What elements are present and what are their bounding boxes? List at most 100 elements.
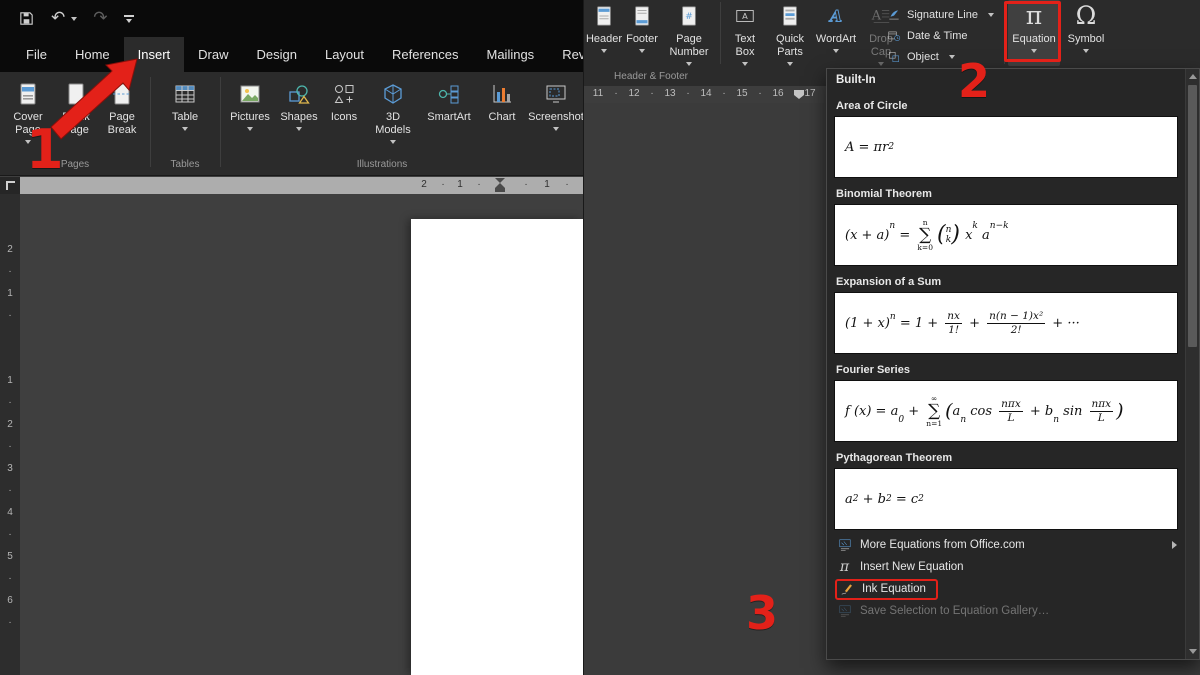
header-button[interactable]: Header	[586, 0, 622, 66]
tab-references[interactable]: References	[378, 37, 472, 72]
button-label: Pictures	[230, 111, 270, 124]
blank-page-button[interactable]: Blank Page	[54, 74, 98, 170]
3d-models-button[interactable]: 3D Models	[367, 74, 419, 170]
button-label: Page Number	[662, 33, 716, 59]
equation-gallery-item-pythagorean-theorem[interactable]: Pythagorean Theorema2 + b2 = c2	[834, 452, 1178, 530]
right-indent-marker[interactable]	[794, 90, 804, 99]
object-button[interactable]: Object	[886, 47, 955, 67]
equation-preview-box[interactable]: (1 + x)n = 1 + nx1! + n(n − 1)x²2! + ···	[834, 292, 1178, 354]
shapes-button[interactable]: Shapes	[277, 74, 321, 170]
left-indent-marker[interactable]	[495, 188, 505, 192]
3d-models-icon	[381, 81, 405, 107]
tab-insert[interactable]: Insert	[124, 37, 185, 72]
signature-line-button[interactable]: Signature Line	[886, 5, 994, 25]
chart-button[interactable]: Chart	[479, 74, 525, 170]
equation-preview-box[interactable]: A = πr2	[834, 116, 1178, 178]
equation-preview-box[interactable]: (x + a)n = n∑k=0(nk) xk an−k	[834, 204, 1178, 266]
wordart-icon: A	[825, 3, 847, 29]
chart-icon	[490, 81, 514, 107]
save-button[interactable]	[18, 6, 35, 32]
text-box-button[interactable]: A Text Box	[724, 0, 766, 66]
equation-gallery-dropdown: Built-In Area of CircleA = πr2Binomial T…	[826, 68, 1200, 660]
menu-item-ink-equation[interactable]: Ink Equation	[827, 578, 1185, 600]
quick-parts-button[interactable]: Quick Parts	[768, 0, 812, 66]
ribbon-tab-bar: FileHomeInsertDrawDesignLayoutReferences…	[0, 37, 583, 72]
ruler-mark: ·	[0, 485, 20, 497]
ruler-mark: ·	[0, 266, 20, 278]
quick-parts-icon	[779, 3, 801, 29]
equation-gallery-item-expansion-of-a-sum[interactable]: Expansion of a Sum (1 + x)n = 1 + nx1! + …	[834, 276, 1178, 354]
ruler-mark: 3	[0, 463, 20, 475]
redo-icon: ↷	[93, 10, 107, 27]
wordart-button[interactable]: A WordArt	[814, 0, 858, 66]
tab-selector-corner[interactable]	[0, 177, 20, 194]
table-button[interactable]: Table	[156, 74, 214, 170]
menu-item-insert-new-equation[interactable]: πInsert New Equation	[827, 556, 1185, 578]
tab-review[interactable]: Review	[548, 37, 583, 72]
dropdown-scrollbar[interactable]	[1185, 69, 1199, 659]
undo-button[interactable]: ↶	[51, 10, 77, 27]
chevron-down-icon	[949, 55, 955, 59]
ruler-mark: ·	[722, 88, 725, 100]
pages-group-label: Pages	[2, 159, 148, 170]
equation-title: Expansion of a Sum	[834, 276, 1178, 288]
tab-file[interactable]: File	[12, 37, 61, 72]
footer-button[interactable]: Footer	[624, 0, 660, 66]
document-page[interactable]	[411, 219, 583, 675]
button-label: Screenshot	[528, 111, 583, 124]
scroll-down-icon[interactable]	[1189, 649, 1197, 654]
tab-layout[interactable]: Layout	[311, 37, 378, 72]
redo-button[interactable]: ↷	[93, 10, 107, 27]
ruler-mark: ·	[0, 529, 20, 541]
ruler-mark: ·	[0, 441, 20, 453]
svg-text:#: #	[685, 11, 693, 22]
tab-design[interactable]: Design	[243, 37, 311, 72]
chevron-down-icon	[553, 127, 559, 131]
pictures-button[interactable]: Pictures	[226, 74, 274, 170]
button-label: Text Box	[724, 33, 766, 59]
indent-markers[interactable]	[495, 178, 505, 192]
smartart-button[interactable]: SmartArt	[421, 74, 477, 170]
screenshot-button[interactable]: Screenshot	[527, 74, 583, 170]
equation-preview-box[interactable]: f (x) = a0 + ∞∑n=1(an cos nπxL + bn sin …	[834, 380, 1178, 442]
chevron-down-icon	[296, 127, 302, 131]
tab-mailings[interactable]: Mailings	[473, 37, 549, 72]
tab-stop-icon	[6, 181, 15, 190]
button-label: SmartArt	[427, 111, 470, 124]
ruler-mark: ·	[758, 88, 761, 100]
tab-home[interactable]: Home	[61, 37, 124, 72]
tab-draw[interactable]: Draw	[184, 37, 242, 72]
equation-gallery-item-binomial-theorem[interactable]: Binomial Theorem (x + a)n = n∑k=0(nk) xk …	[834, 188, 1178, 266]
icons-button[interactable]: Icons	[323, 74, 365, 170]
equation-gallery-item-fourier-series[interactable]: Fourier Seriesf (x) = a0 + ∞∑n=1(an cos …	[834, 364, 1178, 442]
button-label: Blank Page	[54, 111, 98, 137]
date-time-button[interactable]: Date & Time	[886, 26, 968, 46]
scroll-up-icon[interactable]	[1189, 74, 1197, 79]
page-number-button[interactable]: # Page Number	[662, 0, 716, 66]
menu-item-label: Ink Equation	[862, 583, 926, 595]
scrollbar-thumb[interactable]	[1188, 85, 1197, 347]
equation-preview-box[interactable]: a2 + b2 = c2	[834, 468, 1178, 530]
vertical-ruler: 2·1·1·2·3·4·5·6·	[0, 194, 20, 675]
equation-gallery-item-area-of-circle[interactable]: Area of CircleA = πr2	[834, 100, 1178, 178]
equation-title: Binomial Theorem	[834, 188, 1178, 200]
equation-gallery-icon	[837, 538, 852, 553]
signature-line-icon	[886, 8, 901, 23]
menu-item-more-equations-from-office-com[interactable]: More Equations from Office.com	[827, 534, 1185, 556]
cover-page-button[interactable]: Cover Page	[4, 74, 52, 170]
page-break-icon	[110, 81, 134, 107]
button-label: 3D Models	[367, 111, 419, 137]
page-break-button[interactable]: Page Break	[99, 74, 145, 170]
smartart-icon	[437, 81, 461, 107]
chevron-down-icon	[71, 17, 77, 21]
menu-item-save-selection-to-equation-gallery: Save Selection to Equation Gallery…	[827, 600, 1185, 622]
button-label: Symbol	[1068, 33, 1105, 46]
chevron-down-icon	[390, 140, 396, 144]
symbol-button[interactable]: Ω Symbol	[1063, 0, 1109, 66]
ruler-mark: ·	[0, 573, 20, 585]
customize-quick-access-button[interactable]	[124, 15, 134, 23]
equation-button[interactable]: π Equation	[1008, 0, 1060, 66]
ruler-mark: 12	[628, 88, 639, 100]
menu-item-label: Insert New Equation	[860, 561, 964, 573]
horizontal-ruler[interactable]: 2·1··1·	[20, 177, 583, 194]
